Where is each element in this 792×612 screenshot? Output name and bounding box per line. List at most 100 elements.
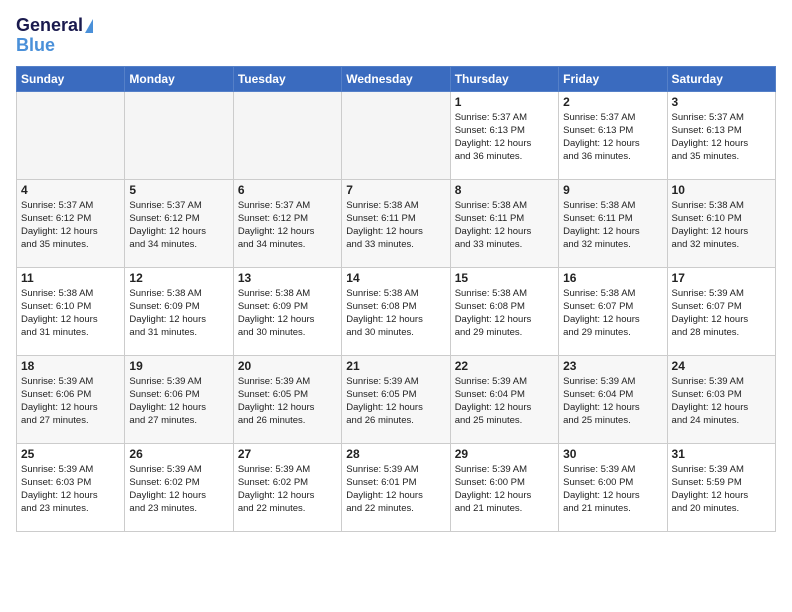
day-info: Sunrise: 5:39 AM Sunset: 6:07 PM Dayligh… (672, 287, 771, 340)
calendar-cell: 19 Sunrise: 5:39 AM Sunset: 6:06 PM Dayli… (125, 355, 233, 443)
day-info: Sunrise: 5:39 AM Sunset: 6:00 PM Dayligh… (455, 463, 554, 516)
logo-triangle-icon (85, 19, 93, 33)
day-info: Sunrise: 5:38 AM Sunset: 6:10 PM Dayligh… (21, 287, 120, 340)
logo: General Blue (16, 16, 93, 56)
calendar-cell: 20Sunrise: 5:39 AM Sunset: 6:05 PM Dayli… (233, 355, 341, 443)
day-number: 25 (21, 447, 120, 461)
day-info: Sunrise: 5:39 AM Sunset: 5:59 PM Dayligh… (672, 463, 771, 516)
day-info: Sunrise: 5:39 AM Sunset: 6:03 PM Dayligh… (672, 375, 771, 428)
calendar-cell: 29 Sunrise: 5:39 AM Sunset: 6:00 PM Dayli… (450, 443, 558, 531)
day-number: 22 (455, 359, 554, 373)
day-info: Sunrise: 5:38 AM Sunset: 6:11 PM Dayligh… (346, 199, 445, 252)
day-number: 13 (238, 271, 337, 285)
day-info: Sunrise: 5:39 AM Sunset: 6:06 PM Dayligh… (129, 375, 228, 428)
calendar-cell: 1 Sunrise: 5:37 AM Sunset: 6:13 PM Daylig… (450, 91, 558, 179)
day-info: Sunrise: 5:37 AM Sunset: 6:13 PM Dayligh… (455, 111, 554, 164)
day-info: Sunrise: 5:37 AM Sunset: 6:12 PM Dayligh… (129, 199, 228, 252)
day-info: Sunrise: 5:39 AM Sunset: 6:04 PM Dayligh… (455, 375, 554, 428)
weekday-header-saturday: Saturday (667, 66, 775, 91)
day-info: Sunrise: 5:38 AM Sunset: 6:10 PM Dayligh… (672, 199, 771, 252)
day-info: Sunrise: 5:38 AM Sunset: 6:08 PM Dayligh… (455, 287, 554, 340)
day-number: 1 (455, 95, 554, 109)
day-info: Sunrise: 5:37 AM Sunset: 6:13 PM Dayligh… (563, 111, 662, 164)
day-number: 3 (672, 95, 771, 109)
calendar-cell: 5 Sunrise: 5:37 AM Sunset: 6:12 PM Daylig… (125, 179, 233, 267)
calendar-cell: 21Sunrise: 5:39 AM Sunset: 6:05 PM Dayli… (342, 355, 450, 443)
calendar-cell: 7Sunrise: 5:38 AM Sunset: 6:11 PM Daylig… (342, 179, 450, 267)
day-info: Sunrise: 5:37 AM Sunset: 6:13 PM Dayligh… (672, 111, 771, 164)
calendar-cell (17, 91, 125, 179)
day-number: 24 (672, 359, 771, 373)
day-number: 20 (238, 359, 337, 373)
day-number: 18 (21, 359, 120, 373)
calendar-cell: 30 Sunrise: 5:39 AM Sunset: 6:00 PM Dayli… (559, 443, 667, 531)
day-number: 8 (455, 183, 554, 197)
day-number: 4 (21, 183, 120, 197)
day-info: Sunrise: 5:38 AM Sunset: 6:08 PM Dayligh… (346, 287, 445, 340)
calendar-cell: 27Sunrise: 5:39 AM Sunset: 6:02 PM Dayli… (233, 443, 341, 531)
day-number: 29 (455, 447, 554, 461)
day-info: Sunrise: 5:37 AM Sunset: 6:12 PM Dayligh… (238, 199, 337, 252)
day-info: Sunrise: 5:38 AM Sunset: 6:07 PM Dayligh… (563, 287, 662, 340)
day-info: Sunrise: 5:39 AM Sunset: 6:03 PM Dayligh… (21, 463, 120, 516)
day-info: Sunrise: 5:38 AM Sunset: 6:11 PM Dayligh… (563, 199, 662, 252)
logo-text-general: General (16, 16, 83, 36)
calendar-cell: 13 Sunrise: 5:38 AM Sunset: 6:09 PM Dayli… (233, 267, 341, 355)
day-info: Sunrise: 5:38 AM Sunset: 6:09 PM Dayligh… (238, 287, 337, 340)
day-number: 5 (129, 183, 228, 197)
calendar-table: SundayMondayTuesdayWednesdayThursdayFrid… (16, 66, 776, 532)
calendar-cell: 15 Sunrise: 5:38 AM Sunset: 6:08 PM Dayli… (450, 267, 558, 355)
weekday-header-wednesday: Wednesday (342, 66, 450, 91)
day-number: 19 (129, 359, 228, 373)
calendar-cell: 2 Sunrise: 5:37 AM Sunset: 6:13 PM Daylig… (559, 91, 667, 179)
page-header: General Blue (16, 16, 776, 56)
calendar-cell: 23Sunrise: 5:39 AM Sunset: 6:04 PM Dayli… (559, 355, 667, 443)
calendar-cell: 8 Sunrise: 5:38 AM Sunset: 6:11 PM Daylig… (450, 179, 558, 267)
calendar-cell: 9Sunrise: 5:38 AM Sunset: 6:11 PM Daylig… (559, 179, 667, 267)
day-info: Sunrise: 5:39 AM Sunset: 6:00 PM Dayligh… (563, 463, 662, 516)
calendar-cell: 17 Sunrise: 5:39 AM Sunset: 6:07 PM Dayli… (667, 267, 775, 355)
calendar-cell: 22 Sunrise: 5:39 AM Sunset: 6:04 PM Dayli… (450, 355, 558, 443)
day-number: 15 (455, 271, 554, 285)
day-info: Sunrise: 5:39 AM Sunset: 6:01 PM Dayligh… (346, 463, 445, 516)
calendar-cell: 25 Sunrise: 5:39 AM Sunset: 6:03 PM Dayli… (17, 443, 125, 531)
day-info: Sunrise: 5:38 AM Sunset: 6:11 PM Dayligh… (455, 199, 554, 252)
day-number: 2 (563, 95, 662, 109)
calendar-cell: 12Sunrise: 5:38 AM Sunset: 6:09 PM Dayli… (125, 267, 233, 355)
day-info: Sunrise: 5:39 AM Sunset: 6:04 PM Dayligh… (563, 375, 662, 428)
day-info: Sunrise: 5:39 AM Sunset: 6:02 PM Dayligh… (129, 463, 228, 516)
day-info: Sunrise: 5:39 AM Sunset: 6:02 PM Dayligh… (238, 463, 337, 516)
day-info: Sunrise: 5:37 AM Sunset: 6:12 PM Dayligh… (21, 199, 120, 252)
day-info: Sunrise: 5:39 AM Sunset: 6:06 PM Dayligh… (21, 375, 120, 428)
logo-text-blue: Blue (16, 36, 55, 56)
calendar-cell: 11 Sunrise: 5:38 AM Sunset: 6:10 PM Dayli… (17, 267, 125, 355)
calendar-header-row: SundayMondayTuesdayWednesdayThursdayFrid… (17, 66, 776, 91)
weekday-header-sunday: Sunday (17, 66, 125, 91)
day-number: 28 (346, 447, 445, 461)
calendar-cell: 31Sunrise: 5:39 AM Sunset: 5:59 PM Dayli… (667, 443, 775, 531)
calendar-cell: 18 Sunrise: 5:39 AM Sunset: 6:06 PM Dayli… (17, 355, 125, 443)
day-number: 26 (129, 447, 228, 461)
day-number: 11 (21, 271, 120, 285)
weekday-header-monday: Monday (125, 66, 233, 91)
calendar-cell: 14 Sunrise: 5:38 AM Sunset: 6:08 PM Dayli… (342, 267, 450, 355)
weekday-header-friday: Friday (559, 66, 667, 91)
day-number: 12 (129, 271, 228, 285)
calendar-cell: 6Sunrise: 5:37 AM Sunset: 6:12 PM Daylig… (233, 179, 341, 267)
calendar-cell (342, 91, 450, 179)
calendar-cell: 3 Sunrise: 5:37 AM Sunset: 6:13 PM Daylig… (667, 91, 775, 179)
day-number: 30 (563, 447, 662, 461)
calendar-cell: 28 Sunrise: 5:39 AM Sunset: 6:01 PM Dayli… (342, 443, 450, 531)
calendar-week-row: 4 Sunrise: 5:37 AM Sunset: 6:12 PM Daylig… (17, 179, 776, 267)
calendar-cell (233, 91, 341, 179)
day-number: 16 (563, 271, 662, 285)
day-info: Sunrise: 5:39 AM Sunset: 6:05 PM Dayligh… (346, 375, 445, 428)
calendar-cell: 24 Sunrise: 5:39 AM Sunset: 6:03 PM Dayli… (667, 355, 775, 443)
calendar-week-row: 18 Sunrise: 5:39 AM Sunset: 6:06 PM Dayli… (17, 355, 776, 443)
weekday-header-tuesday: Tuesday (233, 66, 341, 91)
calendar-cell: 26 Sunrise: 5:39 AM Sunset: 6:02 PM Dayli… (125, 443, 233, 531)
calendar-cell (125, 91, 233, 179)
calendar-cell: 4 Sunrise: 5:37 AM Sunset: 6:12 PM Daylig… (17, 179, 125, 267)
day-number: 14 (346, 271, 445, 285)
day-number: 17 (672, 271, 771, 285)
